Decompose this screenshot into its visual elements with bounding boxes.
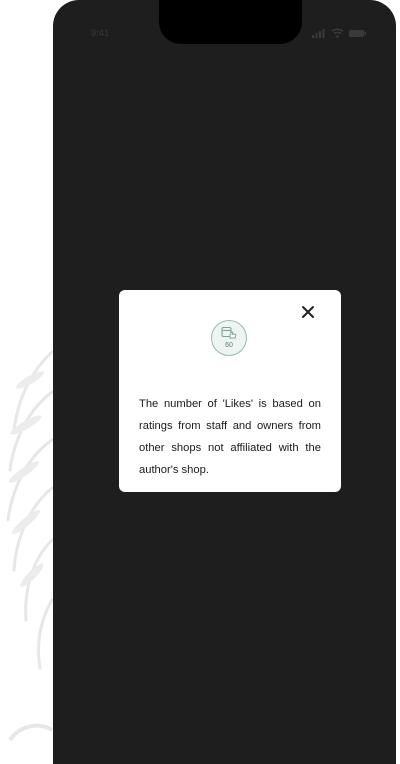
canvas: 9:41 60 The number of 'Likes' is based o…	[0, 0, 400, 764]
like-badge: 60	[211, 320, 247, 356]
modal-message: The number of 'Likes' is based on rating…	[139, 398, 321, 477]
status-time: 9:41	[91, 28, 110, 38]
like-store-icon	[221, 326, 237, 339]
phone-screen: 9:41 60 The number of 'Likes' is based o…	[53, 0, 396, 764]
status-icons	[312, 28, 367, 38]
battery-icon	[349, 29, 366, 37]
phone-notch	[159, 0, 302, 44]
like-count: 60	[225, 342, 233, 349]
close-icon	[302, 306, 314, 318]
info-modal: 60 The number of 'Likes' is based on rat…	[119, 290, 341, 492]
wifi-icon	[331, 28, 344, 38]
close-button[interactable]	[300, 304, 316, 320]
signal-icon	[312, 28, 325, 38]
